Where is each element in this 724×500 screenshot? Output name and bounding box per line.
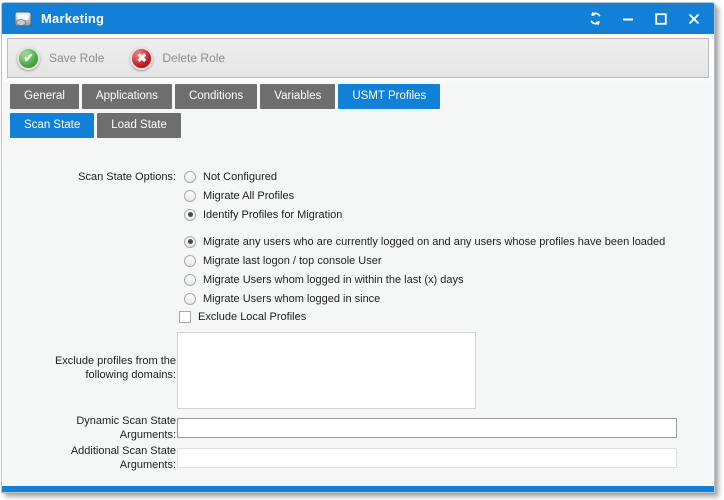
- window-title: Marketing: [41, 11, 104, 26]
- radio-icon: [184, 255, 196, 267]
- scan-state-options-label: Scan State Options:: [2, 170, 176, 184]
- tab-load-state[interactable]: Load State: [97, 113, 181, 138]
- refresh-icon[interactable]: [587, 11, 603, 27]
- radio-label: Migrate any users who are currently logg…: [203, 236, 665, 248]
- exclude-local-profiles-row: Exclude Local Profiles: [179, 307, 306, 326]
- radio-label: Identify Profiles for Migration: [203, 209, 342, 221]
- exclude-domains-label: Exclude profiles from the following doma…: [36, 354, 176, 382]
- app-icon: [13, 9, 33, 29]
- radio-icon: [184, 236, 196, 248]
- tab-conditions[interactable]: Conditions: [175, 84, 257, 109]
- delete-role-button[interactable]: ✖ Delete Role: [130, 47, 225, 70]
- radio-icon: [184, 209, 196, 221]
- window-controls: [587, 11, 702, 27]
- radio-migrate-last-logon[interactable]: Migrate last logon / top console User: [184, 251, 665, 270]
- sub-tabs: Scan State Load State: [10, 113, 181, 138]
- delete-x-icon: ✖: [130, 47, 153, 70]
- tab-general[interactable]: General: [10, 84, 79, 109]
- scan-option-group-2: Migrate any users who are currently logg…: [184, 232, 665, 308]
- tab-applications[interactable]: Applications: [82, 84, 172, 109]
- main-tabs: General Applications Conditions Variable…: [10, 84, 440, 109]
- radio-label: Migrate Users whom logged in within the …: [203, 274, 463, 286]
- exclude-domains-textarea[interactable]: [177, 332, 476, 409]
- radio-migrate-logged-on-users[interactable]: Migrate any users who are currently logg…: [184, 232, 665, 251]
- radio-migrate-all-profiles[interactable]: Migrate All Profiles: [184, 186, 342, 205]
- radio-label: Migrate last logon / top console User: [203, 255, 382, 267]
- dynamic-scan-state-arguments-input[interactable]: [177, 418, 677, 438]
- dialog-window: Marketing: [1, 2, 715, 493]
- tab-scan-state[interactable]: Scan State: [10, 113, 94, 138]
- additional-scan-state-arguments-input[interactable]: [177, 448, 677, 468]
- radio-migrate-since[interactable]: Migrate Users whom logged in since: [184, 289, 665, 308]
- exclude-local-profiles-checkbox[interactable]: Exclude Local Profiles: [179, 307, 306, 326]
- radio-label: Migrate Users whom logged in since: [203, 293, 380, 305]
- minimize-icon[interactable]: [620, 11, 636, 27]
- radio-icon: [184, 190, 196, 202]
- radio-identify-profiles[interactable]: Identify Profiles for Migration: [184, 205, 342, 224]
- delete-role-label: Delete Role: [162, 51, 225, 65]
- window-footer-strip: [2, 486, 714, 492]
- maximize-icon[interactable]: [653, 11, 669, 27]
- radio-icon: [184, 274, 196, 286]
- titlebar: Marketing: [2, 3, 714, 34]
- radio-icon: [184, 171, 196, 183]
- radio-not-configured[interactable]: Not Configured: [184, 167, 342, 186]
- radio-icon: [184, 293, 196, 305]
- tab-usmt-profiles[interactable]: USMT Profiles: [338, 84, 440, 109]
- radio-label: Not Configured: [203, 171, 277, 183]
- radio-migrate-last-x-days[interactable]: Migrate Users whom logged in within the …: [184, 270, 665, 289]
- close-icon[interactable]: [686, 11, 702, 27]
- save-role-button[interactable]: ✔ Save Role: [17, 47, 104, 70]
- checkbox-label: Exclude Local Profiles: [198, 311, 306, 323]
- additional-scan-state-arguments-label: Additional Scan State Arguments:: [52, 444, 176, 472]
- scan-option-group-1: Not Configured Migrate All Profiles Iden…: [184, 167, 342, 224]
- checkbox-icon: [179, 311, 191, 323]
- save-role-label: Save Role: [49, 51, 104, 65]
- tab-variables[interactable]: Variables: [260, 84, 335, 109]
- radio-label: Migrate All Profiles: [203, 190, 294, 202]
- toolbar: ✔ Save Role ✖ Delete Role: [7, 38, 709, 78]
- dynamic-scan-state-arguments-label: Dynamic Scan State Arguments:: [56, 414, 176, 442]
- save-check-icon: ✔: [17, 47, 40, 70]
